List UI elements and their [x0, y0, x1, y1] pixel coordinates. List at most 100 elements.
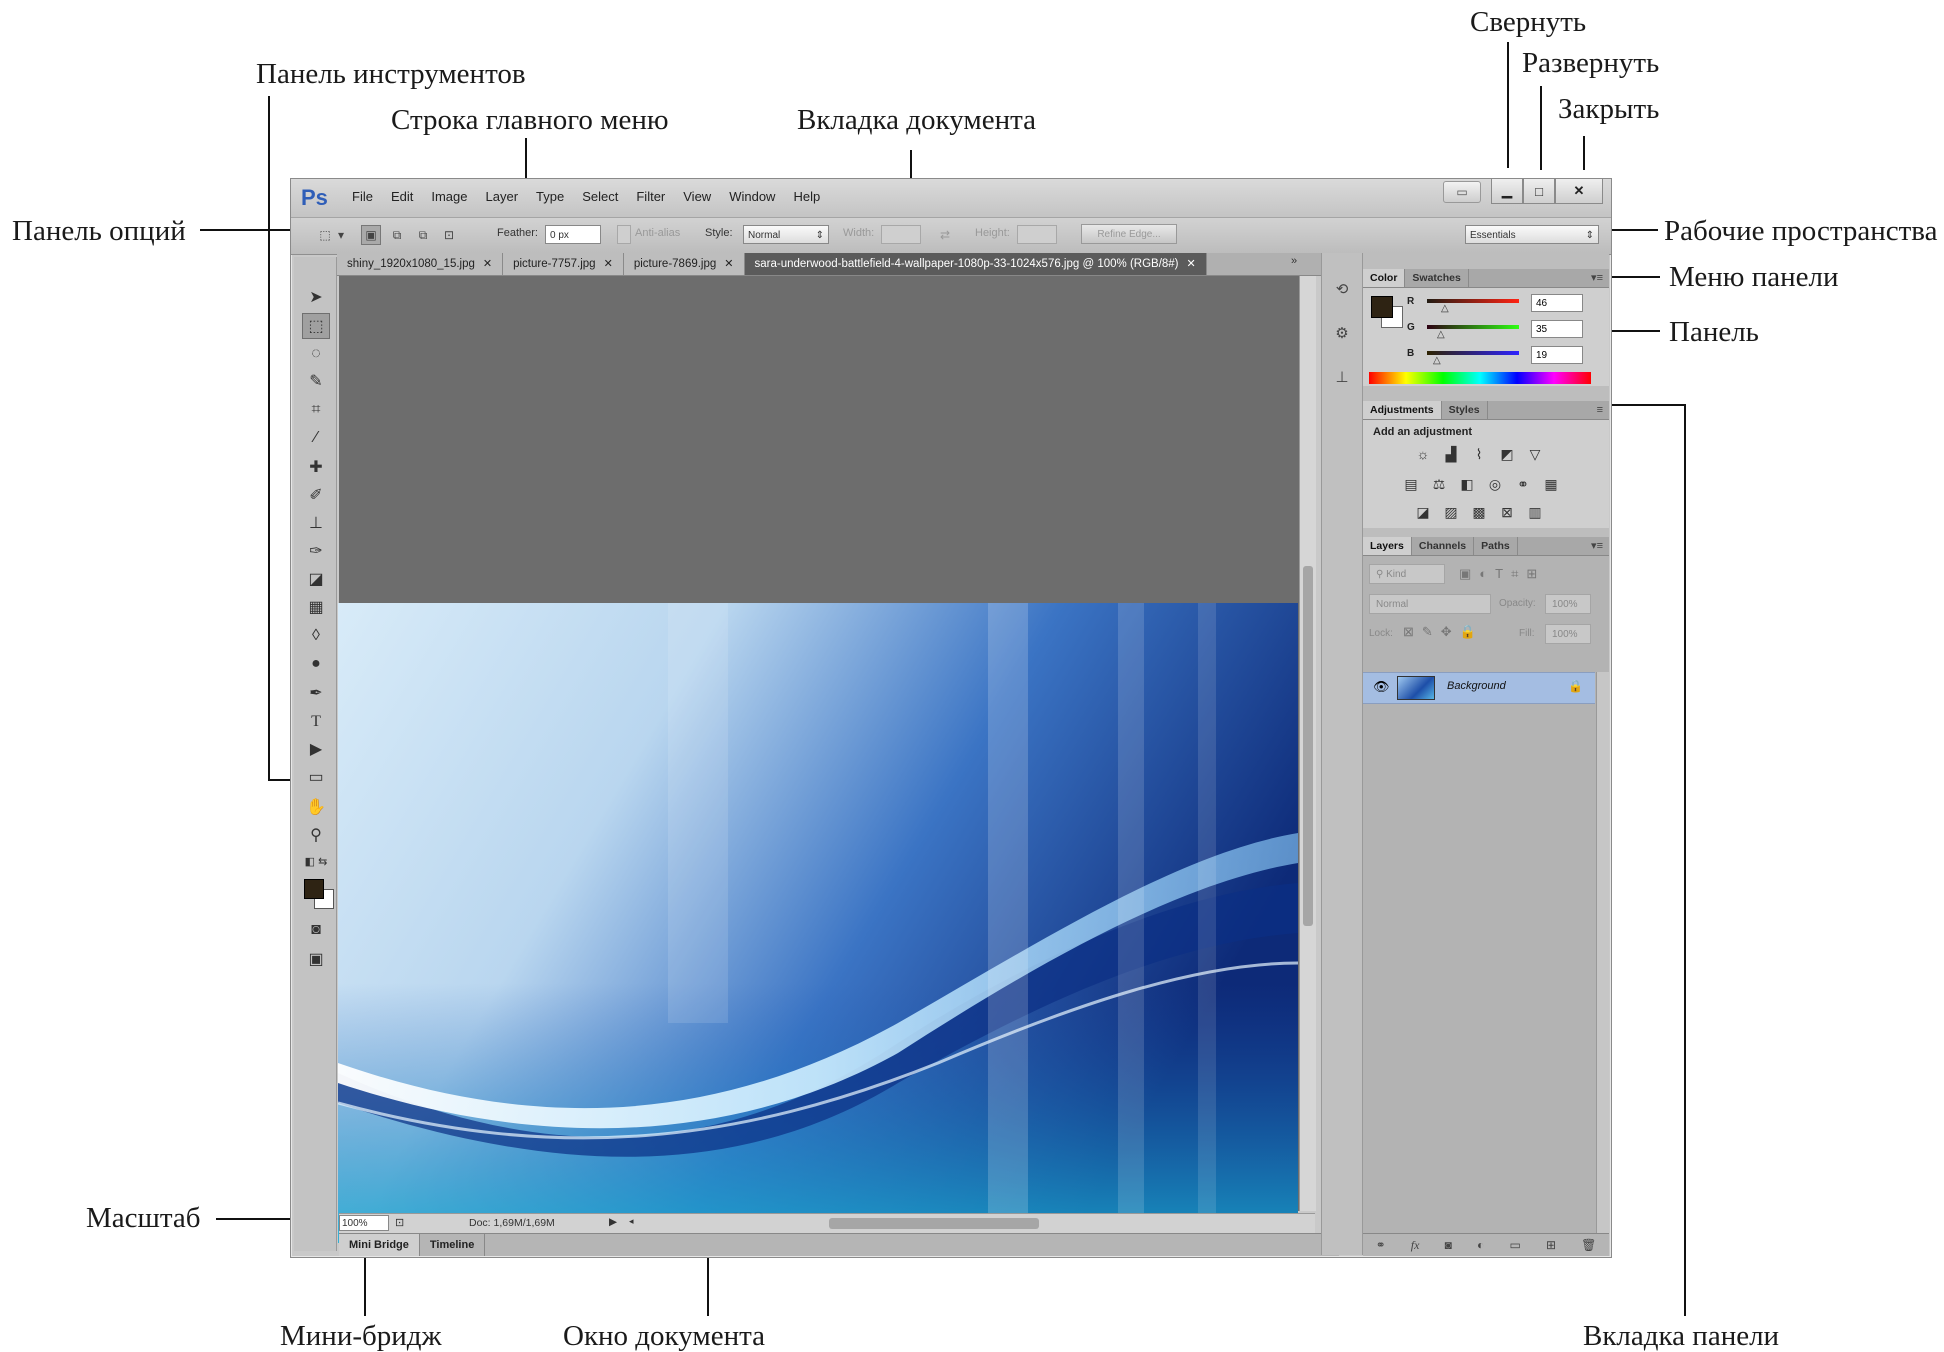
close-button[interactable]: ✕: [1555, 179, 1603, 204]
blend-mode-select[interactable]: Normal: [1369, 594, 1491, 614]
document-tab-active[interactable]: sara-underwood-battlefield-4-wallpaper-1…: [744, 253, 1207, 275]
move-tool-icon[interactable]: ➤: [302, 285, 330, 311]
brush-tool-icon[interactable]: ✐: [302, 483, 330, 509]
slider-thumb-icon[interactable]: △: [1441, 303, 1449, 314]
path-selection-tool-icon[interactable]: ▶: [302, 737, 330, 763]
close-tab-icon[interactable]: ✕: [1187, 258, 1196, 270]
brightness-contrast-icon[interactable]: ☼: [1413, 444, 1433, 464]
rectangular-marquee-tool-icon[interactable]: ⬚: [302, 313, 330, 339]
tab-paths[interactable]: Paths: [1474, 537, 1518, 555]
blue-slider[interactable]: B △ 19: [1363, 346, 1609, 366]
channel-mixer-icon[interactable]: ⚭: [1513, 474, 1533, 494]
delete-layer-icon[interactable]: 🗑: [1581, 1238, 1596, 1252]
history-brush-tool-icon[interactable]: ✑: [302, 539, 330, 565]
panel-menu-icon[interactable]: ▾≡: [1591, 269, 1603, 287]
invert-icon[interactable]: ◪: [1413, 502, 1433, 522]
color-spectrum-bar[interactable]: [1369, 372, 1591, 384]
black-white-icon[interactable]: ◧: [1457, 474, 1477, 494]
preset-dropdown-icon[interactable]: ▾: [335, 225, 347, 245]
curves-icon[interactable]: ⌇: [1469, 444, 1489, 464]
selective-color-icon[interactable]: ⊠: [1497, 502, 1517, 522]
slider-thumb-icon[interactable]: △: [1437, 329, 1445, 340]
width-input[interactable]: [881, 225, 921, 244]
crop-tool-icon[interactable]: ⌗: [302, 397, 330, 423]
close-tab-icon[interactable]: ✕: [483, 258, 492, 270]
menu-select[interactable]: Select: [573, 189, 627, 204]
hand-tool-icon[interactable]: ✋: [302, 795, 330, 821]
panel-menu-icon[interactable]: ≡: [1597, 401, 1603, 419]
menu-file[interactable]: File: [343, 189, 382, 204]
workspace-select[interactable]: Essentials ⇕: [1465, 225, 1599, 244]
zoom-level-field[interactable]: 100%: [339, 1215, 389, 1231]
menu-edit[interactable]: Edit: [382, 189, 422, 204]
document-tab[interactable]: picture-7869.jpg ✕: [623, 253, 745, 275]
dodge-tool-icon[interactable]: ●: [302, 651, 330, 677]
menu-type[interactable]: Type: [527, 189, 573, 204]
red-slider[interactable]: R △ 46: [1363, 294, 1609, 314]
close-tab-icon[interactable]: ✕: [724, 258, 733, 270]
green-slider[interactable]: G △ 35: [1363, 320, 1609, 340]
panel-menu-icon[interactable]: ▾≡: [1591, 537, 1603, 555]
feather-input[interactable]: 0 px: [545, 225, 601, 244]
quick-selection-tool-icon[interactable]: ✎: [302, 369, 330, 395]
screen-mode-icon[interactable]: ▣: [302, 947, 330, 973]
menu-filter[interactable]: Filter: [627, 189, 674, 204]
fill-input[interactable]: 100%: [1545, 624, 1591, 644]
document-tab[interactable]: picture-7757.jpg ✕: [503, 253, 624, 275]
vertical-scrollbar[interactable]: [1299, 276, 1316, 1211]
levels-icon[interactable]: ▟: [1441, 444, 1461, 464]
height-input[interactable]: [1017, 225, 1057, 244]
blur-tool-icon[interactable]: ◊: [302, 623, 330, 649]
red-value-input[interactable]: 46: [1531, 294, 1583, 312]
marquee-preset-icon[interactable]: ⬚: [315, 225, 335, 245]
lasso-tool-icon[interactable]: ◌: [302, 341, 330, 367]
new-layer-icon[interactable]: ⊞: [1546, 1238, 1556, 1252]
eraser-tool-icon[interactable]: ◪: [302, 567, 330, 593]
vibrance-icon[interactable]: ▽: [1525, 444, 1545, 464]
new-selection-icon[interactable]: ▣: [361, 225, 381, 245]
minimize-button[interactable]: ▁: [1491, 179, 1523, 204]
new-adjustment-icon[interactable]: ◐: [1477, 1238, 1484, 1252]
tab-color[interactable]: Color: [1363, 269, 1406, 287]
arrange-documents-button[interactable]: ▭: [1443, 181, 1481, 203]
color-fg-swatch[interactable]: [1371, 296, 1393, 318]
tab-channels[interactable]: Channels: [1412, 537, 1475, 555]
tab-layers[interactable]: Layers: [1363, 537, 1412, 555]
slider-thumb-icon[interactable]: △: [1433, 355, 1441, 366]
exposure-icon[interactable]: ◩: [1497, 444, 1517, 464]
intersect-selection-icon[interactable]: ⊡: [439, 225, 459, 245]
gradient-map-icon[interactable]: ▥: [1525, 502, 1545, 522]
properties-panel-icon[interactable]: ⚙: [1330, 321, 1354, 347]
horizontal-scrollbar-thumb[interactable]: [829, 1218, 1039, 1229]
healing-brush-tool-icon[interactable]: ✚: [302, 455, 330, 481]
scroll-left-icon[interactable]: ◂: [629, 1216, 634, 1227]
pen-tool-icon[interactable]: ✒: [302, 681, 330, 707]
swap-dimensions-icon[interactable]: ⇄: [935, 225, 955, 245]
threshold-icon[interactable]: ▩: [1469, 502, 1489, 522]
document-image[interactable]: [338, 603, 1298, 1243]
photo-filter-icon[interactable]: ◎: [1485, 474, 1505, 494]
type-tool-icon[interactable]: T: [302, 709, 330, 735]
zoom-tool-icon[interactable]: ⚲: [302, 823, 330, 849]
blue-value-input[interactable]: 19: [1531, 346, 1583, 364]
new-group-icon[interactable]: ▭: [1509, 1238, 1520, 1252]
document-tab[interactable]: shiny_1920x1080_15.jpg ✕: [337, 253, 504, 275]
menu-image[interactable]: Image: [422, 189, 476, 204]
tab-timeline[interactable]: Timeline: [420, 1234, 486, 1256]
layer-style-icon[interactable]: fx: [1411, 1238, 1420, 1253]
lock-icons[interactable]: ⊠✎✥🔒: [1403, 624, 1484, 640]
status-menu-arrow-icon[interactable]: ▶: [609, 1216, 617, 1228]
tab-adjustments[interactable]: Adjustments: [1363, 401, 1442, 419]
status-icon[interactable]: ⊡: [395, 1216, 404, 1229]
history-panel-icon[interactable]: ⟲: [1330, 277, 1354, 303]
menu-window[interactable]: Window: [720, 189, 784, 204]
quick-mask-icon[interactable]: ◙: [302, 917, 330, 943]
clone-source-panel-icon[interactable]: ⊥: [1330, 365, 1354, 391]
foreground-color-swatch[interactable]: [304, 879, 324, 899]
add-mask-icon[interactable]: ◙: [1445, 1238, 1452, 1252]
vertical-scrollbar-thumb[interactable]: [1303, 566, 1313, 926]
more-tabs-icon[interactable]: »: [1291, 255, 1297, 267]
menu-help[interactable]: Help: [784, 189, 829, 204]
layers-scrollbar[interactable]: [1596, 672, 1609, 1234]
eyedropper-tool-icon[interactable]: ⁄: [302, 425, 330, 451]
